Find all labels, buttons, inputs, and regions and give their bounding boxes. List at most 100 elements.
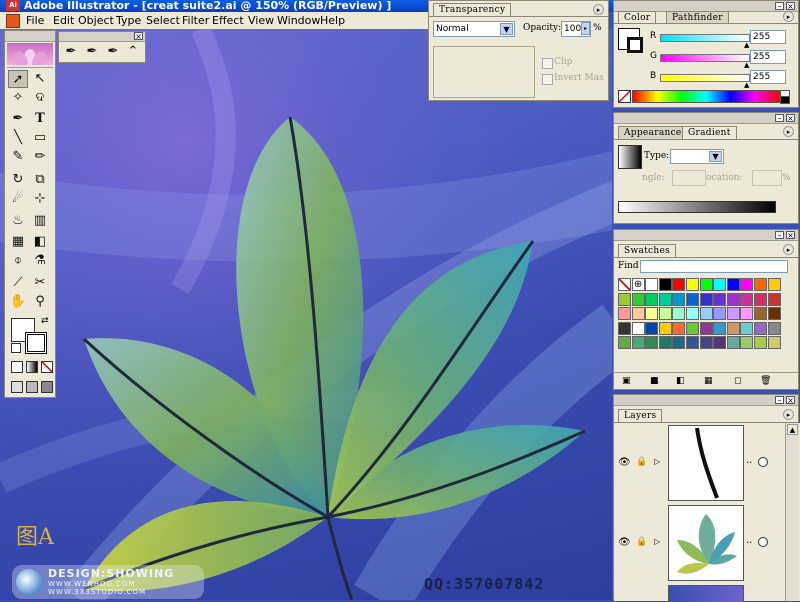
menu-type[interactable]: Type	[116, 13, 141, 28]
delete-swatch-icon[interactable]: 🗑	[760, 376, 771, 386]
swatch-chip[interactable]	[672, 336, 686, 349]
g-slider-thumb-icon[interactable]: ▲	[744, 61, 749, 69]
lasso-tool-icon[interactable]: ଦ	[30, 89, 50, 107]
swatch-chip[interactable]	[618, 336, 631, 349]
color-stroke-swatch[interactable]	[627, 37, 643, 53]
swatch-chip[interactable]	[645, 292, 659, 306]
pen-tool-icon[interactable]: ✒	[8, 110, 28, 128]
clip-checkbox[interactable]	[542, 58, 553, 69]
type-tool-icon[interactable]: T	[30, 110, 50, 128]
swatch-chip[interactable]	[713, 278, 727, 291]
b-channel-slider[interactable]	[660, 74, 750, 82]
swatch-chip[interactable]	[754, 336, 767, 349]
swatch-chip[interactable]	[713, 307, 727, 320]
tab-appearance[interactable]: Appearance	[618, 126, 688, 139]
swatch-chip[interactable]	[754, 292, 767, 306]
swatch-chip[interactable]	[740, 278, 754, 291]
swatch-chip[interactable]	[672, 278, 686, 291]
free-transform-tool-icon[interactable]: ⊹	[30, 190, 50, 208]
tab-transparency[interactable]: Transparency	[433, 3, 512, 16]
gradient-type-select[interactable]: ▼	[670, 149, 724, 164]
convert-anchor-point-icon[interactable]: ⌃	[123, 43, 143, 61]
default-colors-icon[interactable]	[11, 343, 21, 353]
swatch-chip[interactable]	[645, 321, 659, 335]
swatch-chip[interactable]	[699, 307, 713, 320]
line-tool-icon[interactable]: ╲	[8, 129, 28, 147]
tab-layers[interactable]: Layers	[618, 409, 663, 422]
menu-object[interactable]: Object	[78, 13, 114, 28]
show-color-swatches-icon[interactable]: ■	[650, 376, 659, 386]
scissors-tool-icon[interactable]: ✂	[30, 274, 50, 292]
stroke-swatch[interactable]	[25, 332, 47, 354]
swatch-chip[interactable]	[631, 336, 645, 349]
swatch-chip[interactable]	[767, 321, 781, 335]
scroll-up-icon[interactable]: ▲	[787, 424, 798, 435]
swatch-chip[interactable]	[686, 292, 699, 306]
swatch-chip[interactable]	[672, 292, 686, 306]
slice-tool-icon[interactable]: ⟋	[8, 274, 28, 292]
delete-anchor-point-icon[interactable]: ✒	[103, 43, 123, 61]
swatch-chip[interactable]	[686, 321, 699, 335]
show-gradient-swatches-icon[interactable]: ◧	[676, 376, 685, 386]
menu-effect[interactable]: Effect	[212, 13, 244, 28]
gradient-location-input[interactable]	[752, 170, 782, 186]
show-swatch-kinds-icon[interactable]: ▣	[622, 376, 631, 386]
b-channel-input[interactable]: 255	[750, 70, 786, 84]
swatch-chip[interactable]	[767, 292, 781, 306]
swatch-chip[interactable]	[658, 307, 672, 320]
swatch-chip[interactable]	[713, 292, 727, 306]
menu-file[interactable]: File	[26, 13, 44, 28]
target-circle-icon[interactable]	[758, 537, 768, 547]
swatch-chip[interactable]: ⊕	[631, 278, 645, 291]
swatch-chip[interactable]	[645, 278, 659, 291]
pen-icon[interactable]: ✒	[61, 43, 81, 61]
invert-mask-checkbox[interactable]	[542, 74, 553, 85]
swatch-chip[interactable]	[631, 292, 645, 306]
swatch-chip[interactable]	[658, 321, 672, 335]
transparency-menu-arrow-icon[interactable]: ▸	[593, 4, 604, 15]
swatch-chip[interactable]	[767, 307, 781, 320]
b-slider-thumb-icon[interactable]: ▲	[744, 81, 749, 89]
none-color-icon[interactable]	[618, 90, 631, 103]
standard-screen-mode-icon[interactable]	[11, 381, 23, 393]
menu-view[interactable]: View	[248, 13, 274, 28]
swatch-chip[interactable]	[699, 278, 713, 291]
blend-mode-select[interactable]: Normal ▼	[433, 21, 515, 37]
close-icon[interactable]: ×	[786, 231, 795, 240]
symbol-sprayer-tool-icon[interactable]: ♨	[8, 212, 28, 230]
menu-window[interactable]: Window	[277, 13, 320, 28]
swatch-chip[interactable]	[631, 321, 645, 335]
gradient-mode-icon[interactable]	[26, 361, 38, 373]
flyout-title-bar[interactable]: ×	[59, 32, 145, 42]
swatches-title-bar[interactable]: – ×	[614, 230, 798, 241]
gradient-menu-arrow-icon[interactable]: ▸	[783, 126, 794, 137]
swatch-chip[interactable]	[754, 307, 767, 320]
magic-wand-tool-icon[interactable]: ✧	[8, 89, 28, 107]
swatch-chip[interactable]	[713, 321, 727, 335]
spectrum-black-swatch[interactable]	[780, 96, 790, 104]
layers-title-bar[interactable]: – ×	[614, 395, 798, 406]
selection-tool-icon[interactable]: ➚	[8, 70, 28, 88]
r-channel-input[interactable]: 255	[750, 30, 786, 44]
eye-visibility-icon[interactable]: 👁	[618, 537, 631, 548]
flyout-close-icon[interactable]: ×	[134, 32, 143, 41]
swatch-chip[interactable]	[672, 307, 686, 320]
swatch-chip[interactable]	[726, 292, 740, 306]
rotate-tool-icon[interactable]: ↻	[8, 171, 28, 189]
layers-scrollbar[interactable]: ▲	[785, 423, 799, 601]
minimize-icon[interactable]: –	[775, 2, 784, 11]
g-channel-slider[interactable]	[660, 54, 750, 62]
swatch-chip[interactable]	[726, 278, 740, 291]
swatch-chip[interactable]	[631, 307, 645, 320]
swatch-chip[interactable]	[658, 292, 672, 306]
rectangle-tool-icon[interactable]: ▭	[30, 129, 50, 147]
swatch-chip[interactable]	[618, 292, 631, 306]
hand-tool-icon[interactable]: ✋	[8, 293, 28, 311]
blend-tool-icon[interactable]: ⚗	[30, 252, 50, 270]
swatch-chip[interactable]	[726, 321, 740, 335]
swatch-chip[interactable]	[740, 307, 754, 320]
swatch-chip[interactable]	[740, 321, 754, 335]
direct-selection-tool-icon[interactable]: ↖	[30, 70, 50, 88]
chevron-down-icon[interactable]: ▼	[500, 23, 513, 35]
expand-triangle-icon[interactable]: ▷	[654, 537, 660, 546]
